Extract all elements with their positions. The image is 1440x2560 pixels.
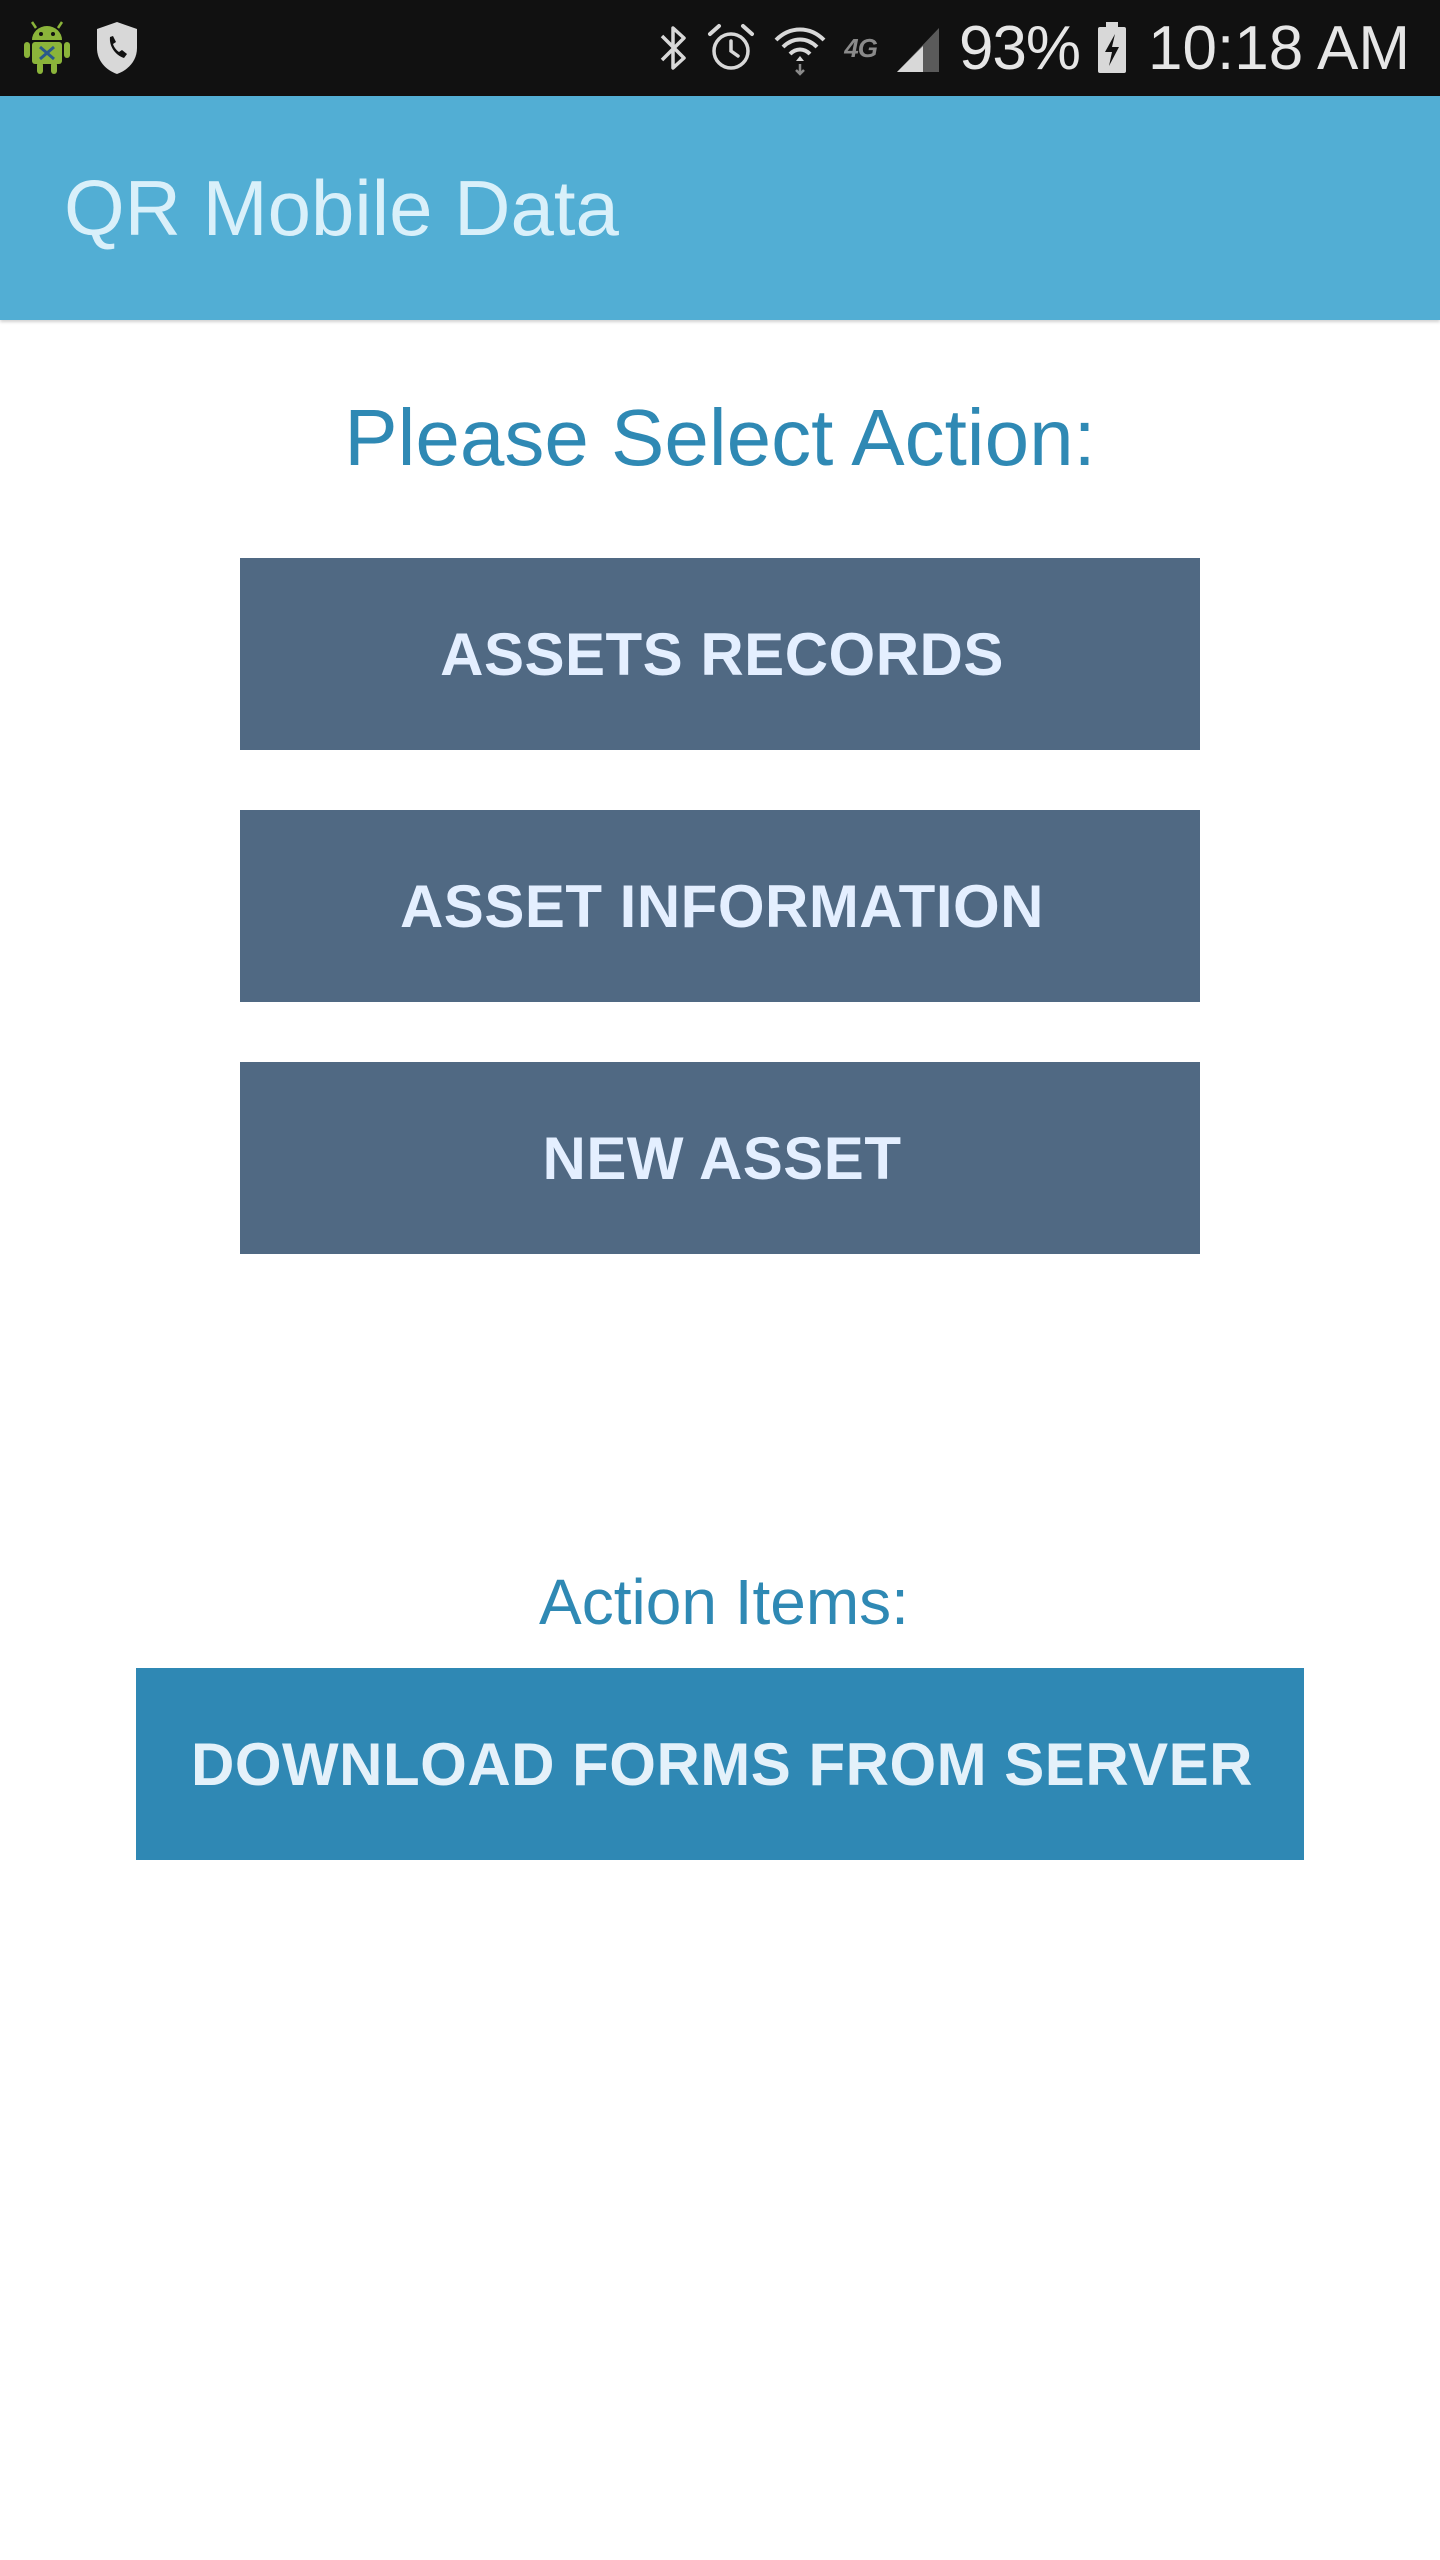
battery-percent: 93% bbox=[958, 13, 1081, 83]
new-asset-button[interactable]: NEW ASSET bbox=[240, 1062, 1200, 1254]
action-items-heading: Action Items: bbox=[539, 1566, 909, 1638]
signal-icon bbox=[893, 20, 943, 76]
alarm-icon bbox=[706, 20, 756, 76]
download-forms-button[interactable]: DOWNLOAD FORMS FROM SERVER bbox=[136, 1668, 1304, 1860]
status-clock: 10:18 AM bbox=[1148, 13, 1410, 83]
app-title: QR Mobile Data bbox=[64, 164, 619, 252]
status-bar-left bbox=[22, 18, 140, 78]
shield-phone-icon bbox=[94, 20, 140, 76]
status-bar-right: 4G 93% 10:18 AM bbox=[656, 0, 1410, 96]
asset-information-button[interactable]: ASSET INFORMATION bbox=[240, 810, 1200, 1002]
app-bar: QR Mobile Data bbox=[0, 96, 1440, 320]
android-debug-icon bbox=[22, 20, 72, 76]
assets-records-button[interactable]: ASSETS RECORDS bbox=[240, 558, 1200, 750]
battery-charging-icon bbox=[1096, 20, 1128, 76]
wifi-icon bbox=[772, 20, 828, 76]
status-bar: 4G 93% 10:18 AM bbox=[0, 0, 1440, 96]
select-action-heading: Please Select Action: bbox=[344, 393, 1096, 482]
network-type-icon: 4G bbox=[844, 32, 878, 63]
bluetooth-icon bbox=[656, 20, 690, 76]
